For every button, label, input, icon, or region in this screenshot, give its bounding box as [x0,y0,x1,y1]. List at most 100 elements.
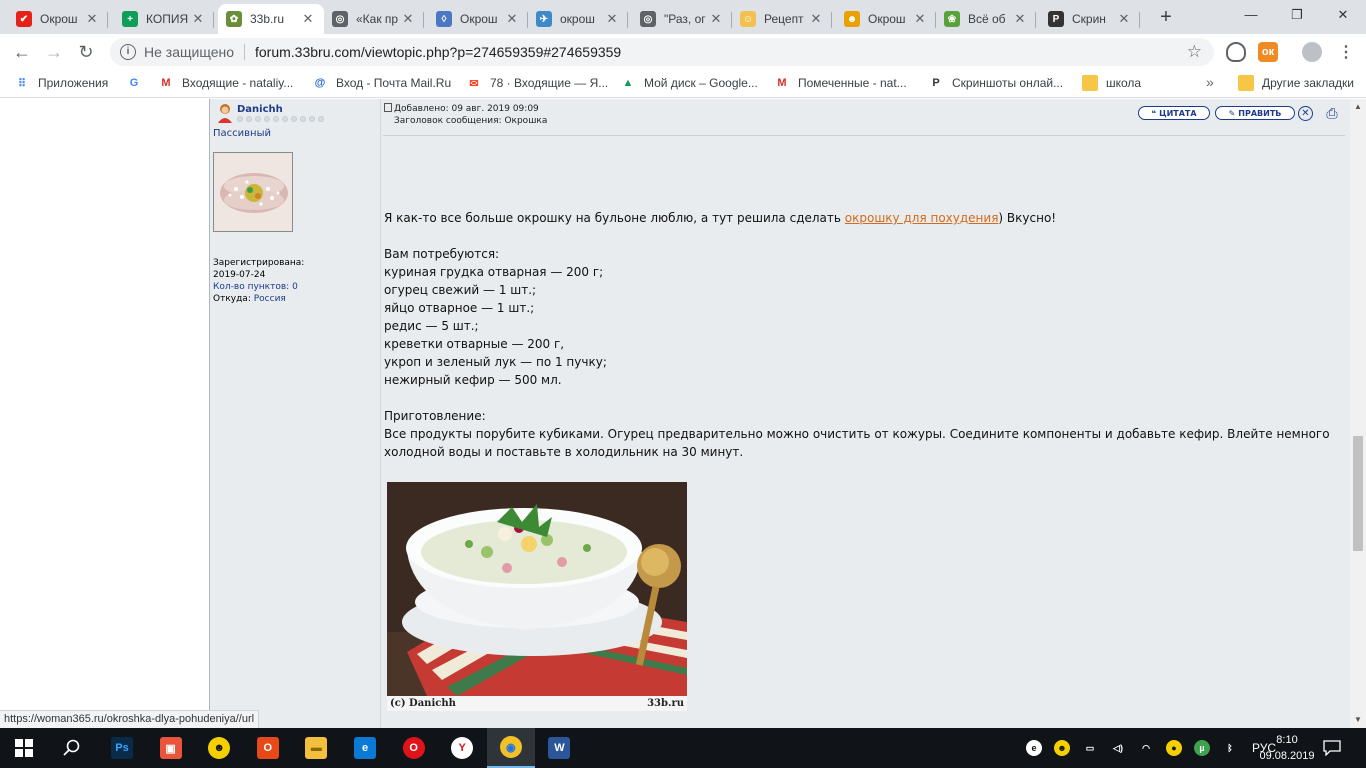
start-button[interactable] [0,728,48,768]
wifi-icon[interactable]: ◠ [1138,740,1154,756]
bookmark-item[interactable]: ▲ Мой диск – Google... [620,75,758,91]
post-link-icon[interactable] [384,103,392,112]
tab-close-icon[interactable]: ✕ [190,11,206,27]
other-bookmarks[interactable]: Другие закладки [1238,75,1354,91]
taskbar-app-image-viewer[interactable]: ▣ [147,728,195,768]
delete-icon[interactable]: ✕ [1298,106,1313,121]
bookmark-item[interactable]: ⠿ Приложения [14,75,108,91]
recipe-link[interactable]: окрошку для похудения [845,211,999,225]
tray-monitor-icon[interactable]: ▭ [1082,740,1098,756]
taskbar-app-edge[interactable]: e [341,728,389,768]
quote-button[interactable]: ❝ ЦИТАТА [1138,106,1210,120]
bookmarks-overflow-button[interactable]: » [1206,74,1214,90]
address-bar[interactable]: i Не защищено forum.33bru.com/viewtopic.… [110,38,1214,66]
tab[interactable]: ☻ Окрош ✕ [836,4,936,34]
tab-title: "Раз, ог [664,12,706,26]
ingredient-item: редис — 5 шт.; [384,319,479,333]
system-tray: e ☻ ▭ ◁) ◠ ● µ ᛒ РУС [1020,728,1276,768]
adguard-extension-icon[interactable] [1226,42,1246,62]
reload-button[interactable]: ↻ [74,40,98,64]
clock[interactable]: 8:10 09.08.2019 [1258,732,1316,764]
scroll-down-icon[interactable]: ▼ [1350,712,1366,728]
tab-favicon-icon: ☺ [740,11,756,27]
tab-close-icon[interactable]: ✕ [912,11,928,27]
tab-close-icon[interactable]: ✕ [708,11,724,27]
cyberghost-icon: ☻ [208,737,231,759]
bookmark-item[interactable]: школа [1082,75,1141,91]
taskbar-app-cyberghost[interactable]: ☻ [195,728,243,768]
tray-cyberghost-icon[interactable]: ☻ [1054,740,1070,756]
folder-icon [1082,75,1098,91]
tab[interactable]: ✔ Окрош ✕ [8,4,108,34]
taskbar-app-photoshop[interactable]: Ps [98,728,146,768]
browser-toolbar: ← → ↻ i Не защищено forum.33bru.com/view… [0,34,1366,70]
tray-yellow-icon[interactable]: ● [1166,740,1182,756]
tab[interactable]: ❀ Всё об ✕ [936,4,1036,34]
tab[interactable]: ✈ окрош ✕ [528,4,628,34]
odnoklassniki-extension-icon[interactable]: ок [1258,42,1278,62]
tab[interactable]: + КОПИЯ ✕ [114,4,214,34]
ingredient-item: креветки отварные — 200 г, [384,337,565,351]
close-window-button[interactable]: ✕ [1320,0,1366,30]
tab[interactable]: ◊ Окрош ✕ [428,4,528,34]
bookmark-item[interactable]: G [126,75,150,91]
url-text[interactable]: forum.33bru.com/viewtopic.php?p=27465935… [255,44,621,60]
gmail-icon: M [161,77,171,89]
bookmark-item[interactable]: @ Вход - Почта Mail.Ru [312,75,452,91]
volume-icon[interactable]: ◁) [1110,740,1126,756]
ingredient-item: укроп и зеленый лук — по 1 пучку; [384,355,607,369]
tab[interactable]: ✿ 33b.ru ✕ [218,4,324,34]
tab-title: Окрош [868,12,906,26]
scroll-up-icon[interactable]: ▲ [1350,99,1366,115]
tab[interactable]: P Скрин ✕ [1040,4,1140,34]
tab-title: 33b.ru [250,12,285,26]
maximize-button[interactable]: ❐ [1274,0,1320,30]
bookmark-item[interactable]: M Входящие - nataliy... [158,75,293,91]
scrollbar-thumb[interactable] [1353,436,1363,551]
bluetooth-icon[interactable]: ᛒ [1222,740,1238,756]
taskbar-app-chrome[interactable]: ◉ [486,728,535,768]
tab-close-icon[interactable]: ✕ [400,11,416,27]
post-author[interactable]: Danichh [237,104,283,115]
info-icon[interactable]: i [120,44,136,60]
tab-close-icon[interactable]: ✕ [808,11,824,27]
bookmark-star-icon[interactable]: ☆ [1187,42,1202,62]
tab[interactable]: ☺ Рецепт ✕ [732,4,832,34]
profile-avatar-icon[interactable] [1302,42,1322,62]
tab-close-icon[interactable]: ✕ [504,11,520,27]
tab-close-icon[interactable]: ✕ [1116,11,1132,27]
back-button[interactable]: ← [10,40,34,64]
tab-close-icon[interactable]: ✕ [300,11,316,27]
post-body: Я как-то все больше окрошку на бульоне л… [384,209,1344,461]
tray-e-icon[interactable]: e [1026,740,1042,756]
taskbar-app-explorer[interactable]: ▬ [292,728,340,768]
tab[interactable]: ◎ «Как пр ✕ [324,4,424,34]
tab-close-icon[interactable]: ✕ [1012,11,1028,27]
page-scrollbar[interactable]: ▲ ▼ [1350,99,1366,728]
taskbar-app-office[interactable]: O [244,728,292,768]
new-tab-button[interactable]: + [1154,6,1178,29]
print-icon[interactable]: ⎙ [1324,106,1340,122]
tab-close-icon[interactable]: ✕ [84,11,100,27]
edit-button[interactable]: ✎ ПРАВИТЬ [1215,106,1295,120]
bookmark-label: Вход - Почта Mail.Ru [336,76,452,90]
forward-button[interactable]: → [42,40,66,64]
post-header-divider [383,135,1345,136]
taskbar-app-yandex-browser[interactable]: Y [438,728,486,768]
from-value: Россия [253,294,286,304]
notifications-button[interactable] [1312,728,1352,768]
bookmark-item[interactable]: ✉ 78 · Входящие — Я... [466,75,608,91]
bookmark-label: Помеченные - nat... [798,76,907,90]
menu-kebab-icon[interactable]: ⋮ [1336,42,1356,62]
tab[interactable]: ◎ "Раз, ог ✕ [632,4,732,34]
tab-close-icon[interactable]: ✕ [604,11,620,27]
bookmark-item[interactable]: P Скриншоты онлай... [928,75,1063,91]
okroshka-photo[interactable]: (c) Danichh 33b.ru [387,482,687,711]
bookmark-item[interactable]: M Помеченные - nat... [774,75,907,91]
points-label[interactable]: Кол-во пунктов: [213,282,289,292]
taskbar-app-opera[interactable]: O [390,728,438,768]
taskbar-app-word[interactable]: W [535,728,583,768]
minimize-button[interactable]: — [1228,0,1274,30]
utorrent-icon[interactable]: µ [1194,740,1210,756]
search-button[interactable] [48,728,96,768]
